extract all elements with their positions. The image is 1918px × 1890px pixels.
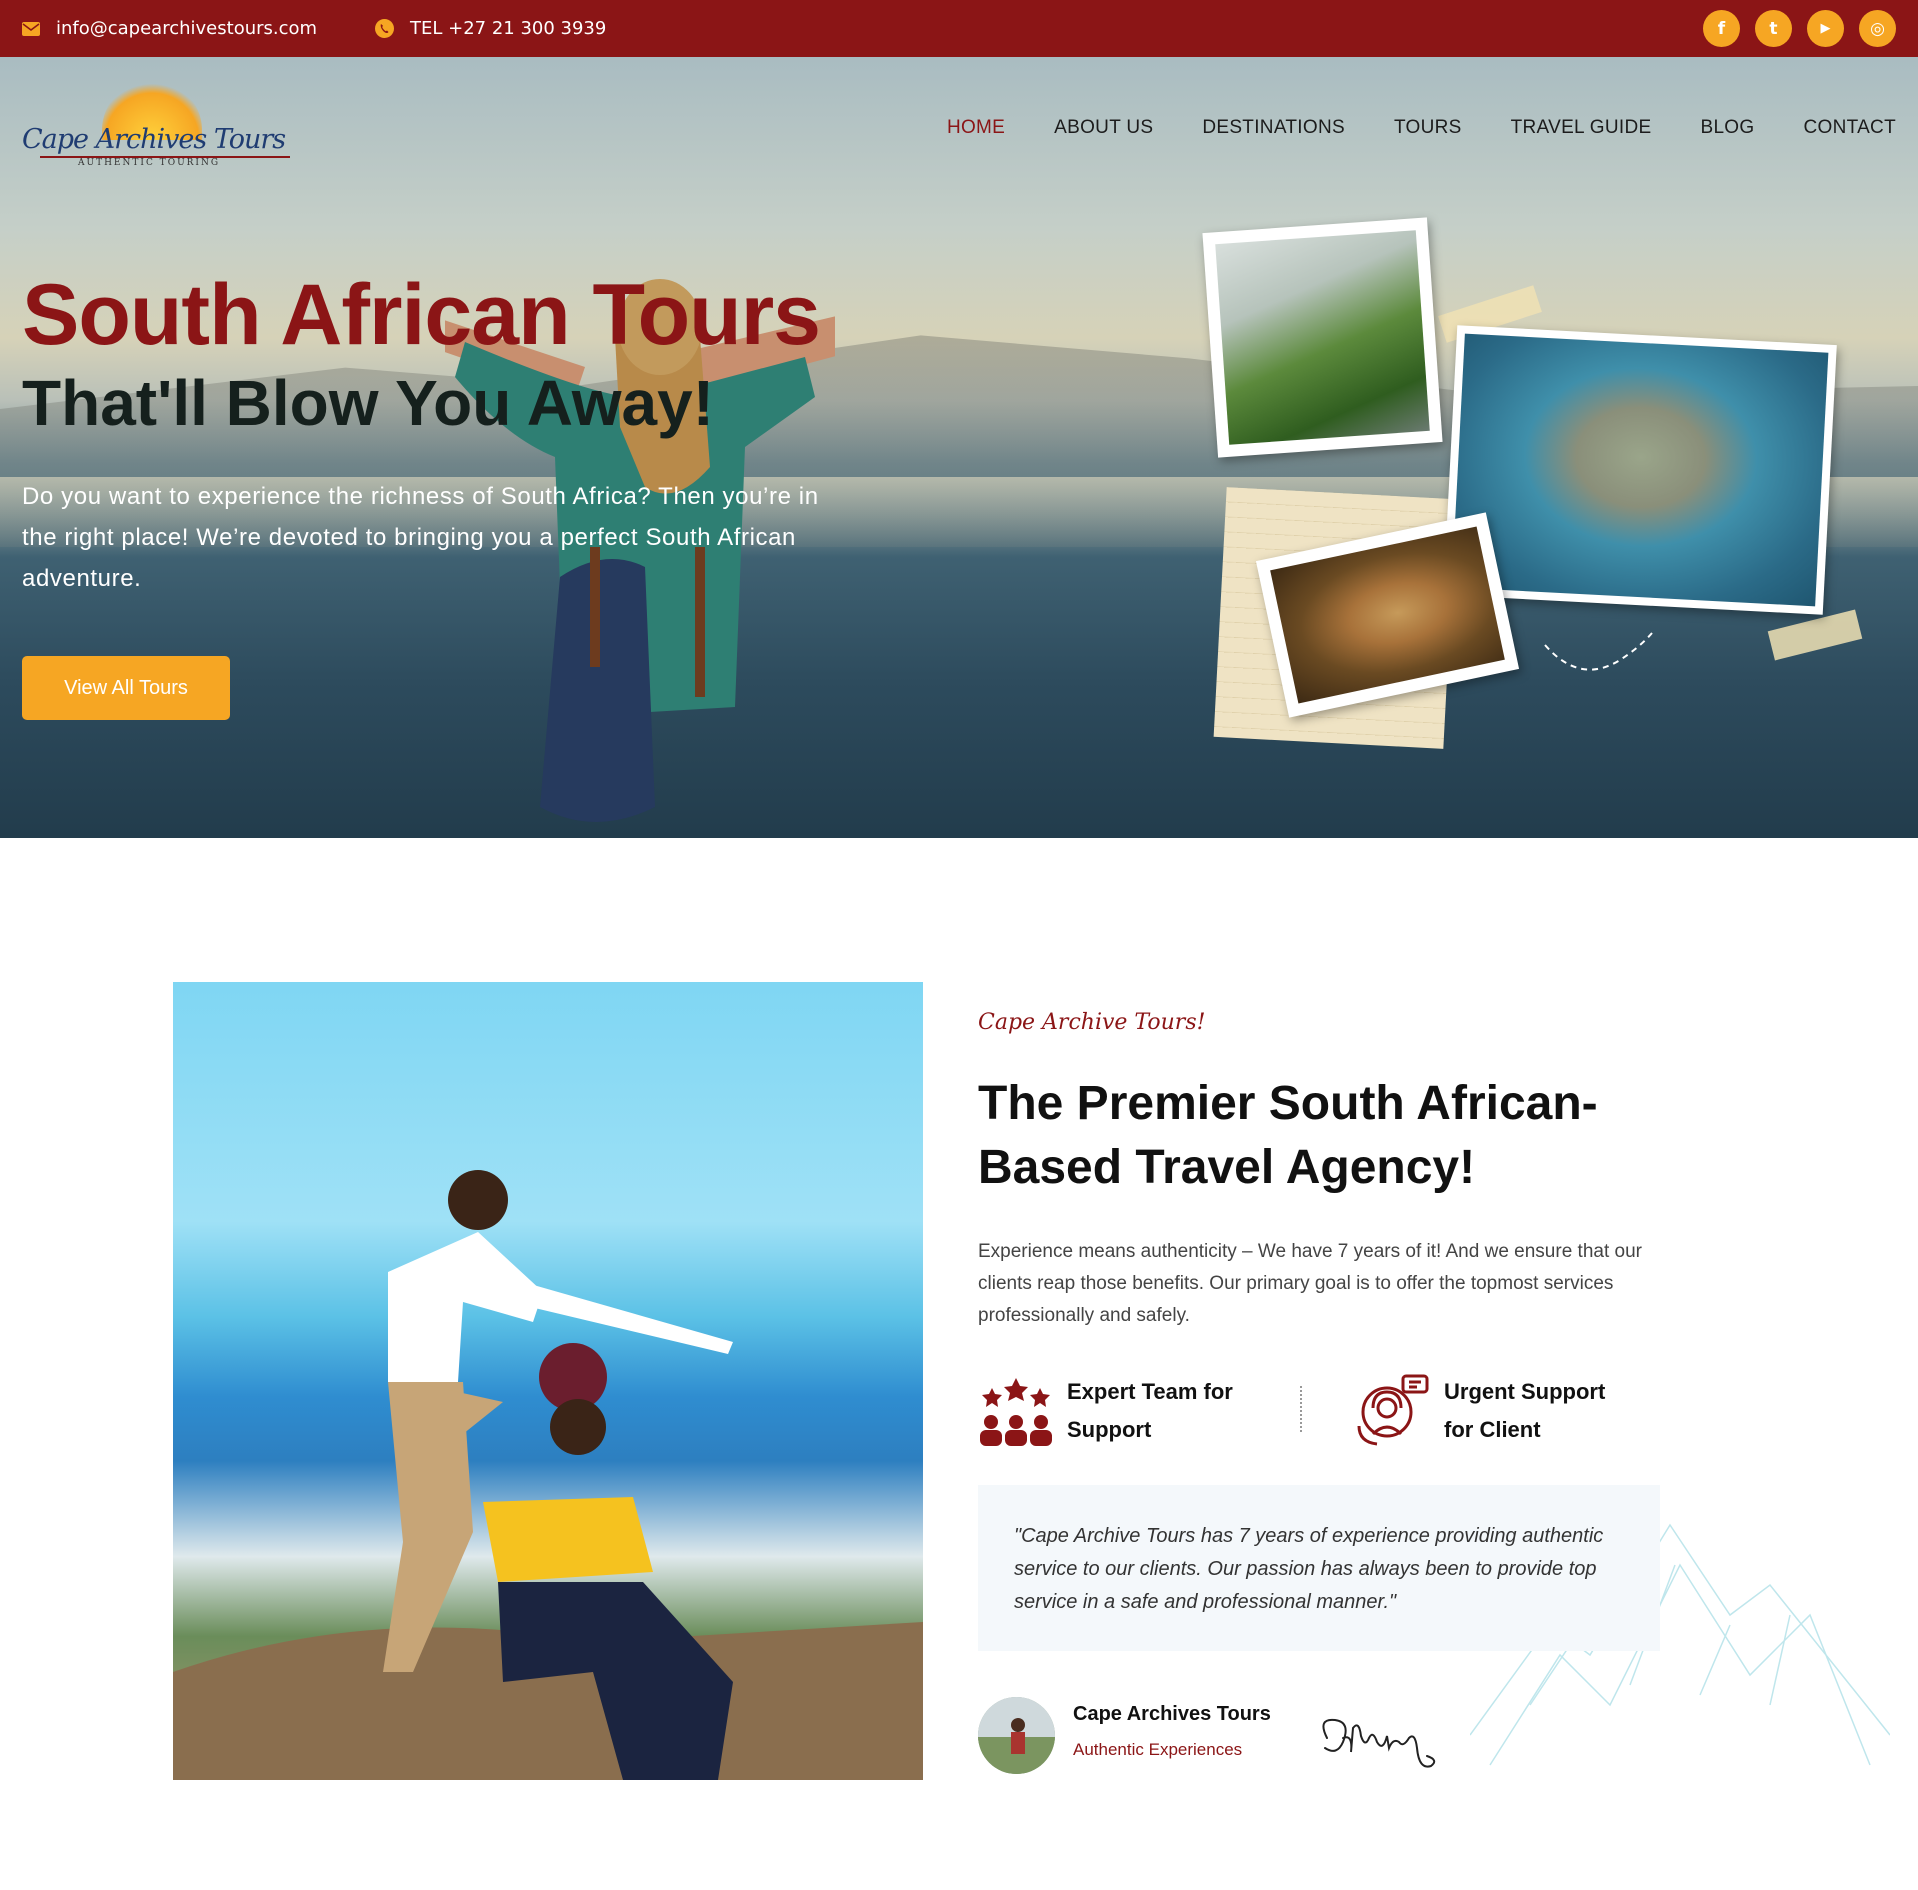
section-kicker: Cape Archive Tours! [978,1010,1206,1035]
phone-icon [375,19,394,38]
couple-viewpoint-photo [173,982,923,1780]
facebook-icon[interactable]: f [1703,10,1740,47]
phone-contact[interactable]: TEL +27 21 300 3939 [375,0,606,57]
avatar-figure [978,1697,1055,1774]
about-description: Experience means authenticity – We have … [978,1241,1642,1326]
feature-label: Urgent Support for Client [1444,1378,1606,1442]
site-logo[interactable]: Cape Archives Tours AUTHENTIC TOURING [22,80,290,170]
primary-menu: HOME ABOUT US DESTINATIONS TOURS TRAVEL … [947,117,1896,139]
quote-text: "Cape Archive Tours has 7 years of exper… [1014,1525,1604,1613]
feature-divider [1300,1386,1302,1432]
feature-expert-team: Expert Team for Support [978,1372,1257,1449]
nav-tours[interactable]: TOURS [1394,117,1462,139]
email-contact[interactable]: info@capearchivestours.com [22,0,317,57]
phone-text[interactable]: TEL +27 21 300 3939 [410,18,606,39]
twitter-icon[interactable]: t [1755,10,1792,47]
author-role: Authentic Experiences [1073,1740,1243,1759]
logo-tagline: AUTHENTIC TOURING [78,158,221,168]
author-name: Cape Archives Tours [1073,1703,1271,1725]
nav-blog[interactable]: BLOG [1700,117,1754,139]
nav-travel-guide[interactable]: TRAVEL GUIDE [1511,117,1652,139]
top-bar: info@capearchivestours.com TEL +27 21 30… [0,0,1918,57]
cape-town-aerial-photo [1443,325,1837,615]
logo-wordmark: Cape Archives Tours [22,124,286,155]
signature-image [1322,1718,1436,1768]
dashed-flight-path [1544,632,1653,671]
youtube-icon[interactable]: ▶ [1807,10,1844,47]
expert-team-icon [980,1378,1052,1446]
feature-label: Expert Team for Support [1067,1378,1233,1442]
avatar [978,1697,1055,1774]
hero-title: South African Tours [22,267,821,363]
nav-about-us[interactable]: ABOUT US [1054,117,1153,139]
hero-subtitle: That'll Blow You Away! [22,367,715,439]
quote-box: "Cape Archive Tours has 7 years of exper… [978,1485,1660,1651]
nav-home[interactable]: HOME [947,117,1005,139]
support-agent-icon [1357,1374,1429,1446]
couple-illustration [173,1170,923,1780]
coastal-cliffs-photo [1202,217,1443,458]
hero-description: Do you want to experience the richness o… [22,483,819,592]
about-title: The Premier South African-Based Travel A… [978,1077,1598,1194]
instagram-icon[interactable]: ◎ [1859,10,1896,47]
envelope-icon [22,21,40,36]
tape-strip [1767,609,1863,661]
feature-urgent-support: Urgent Support for Client [1355,1372,1634,1449]
email-text[interactable]: info@capearchivestours.com [56,18,317,39]
social-links: f t ▶ ◎ [1703,10,1896,47]
view-all-tours-button[interactable]: View All Tours [22,656,230,720]
nav-contact[interactable]: CONTACT [1803,117,1896,139]
nav-destinations[interactable]: DESTINATIONS [1202,117,1345,139]
photo-collage [1202,217,1863,749]
